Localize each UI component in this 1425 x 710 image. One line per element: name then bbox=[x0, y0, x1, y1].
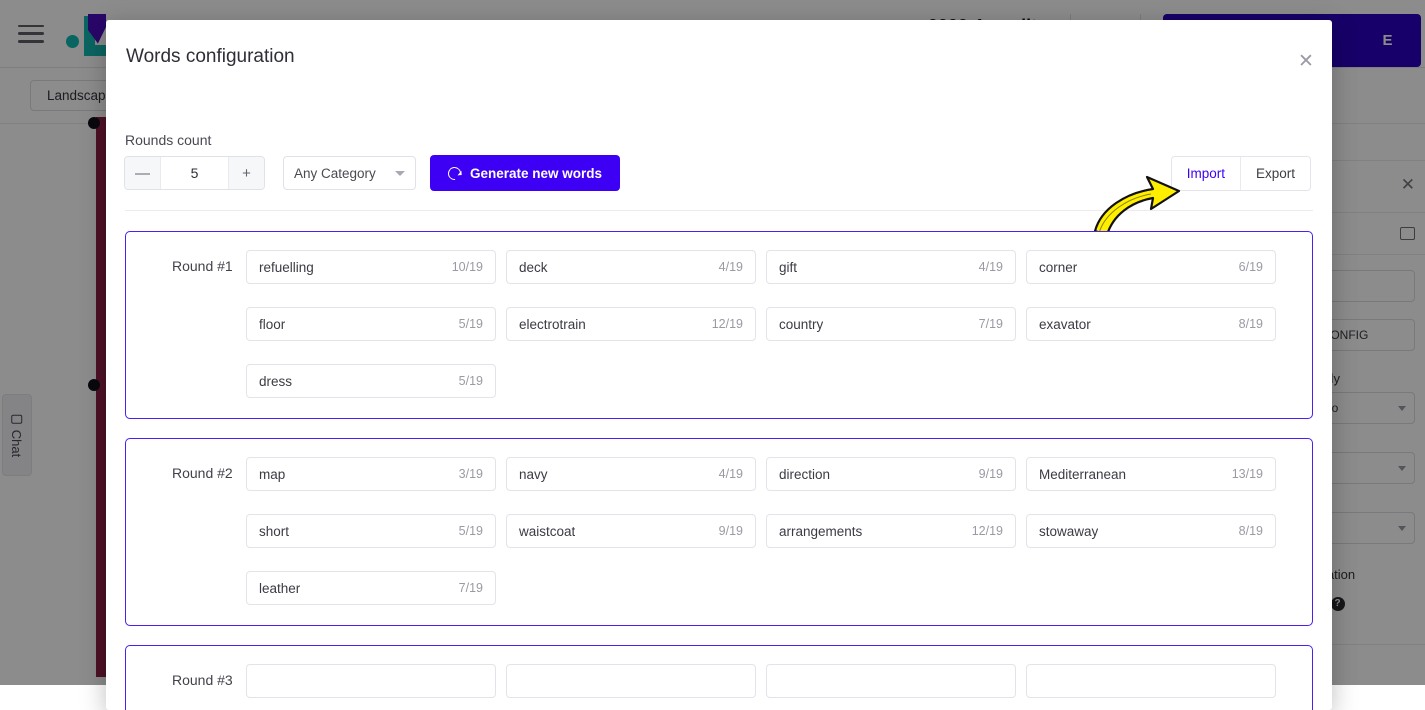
word-input[interactable]: electrotrain 12/19 bbox=[506, 307, 756, 341]
word-text: short bbox=[259, 523, 290, 539]
word-char-counter: 12/19 bbox=[971, 524, 1003, 538]
word-input[interactable]: corner 6/19 bbox=[1026, 250, 1276, 284]
word-input[interactable]: short 5/19 bbox=[246, 514, 496, 548]
chevron-down-icon bbox=[395, 170, 405, 176]
word-text: Mediterranean bbox=[1039, 466, 1127, 482]
word-text: leather bbox=[259, 580, 301, 596]
refresh-icon bbox=[445, 163, 464, 183]
round-card: Round #3 bbox=[125, 645, 1313, 710]
word-input[interactable]: Mediterranean 13/19 bbox=[1026, 457, 1276, 491]
word-input[interactable]: leather 7/19 bbox=[246, 571, 496, 605]
word-char-counter: 4/19 bbox=[718, 260, 743, 274]
word-text: gift bbox=[779, 259, 798, 275]
rounds-list[interactable]: Round #1 refuelling 10/19 deck 4/19 gift 4/19 c… bbox=[106, 212, 1332, 710]
word-text: country bbox=[779, 316, 824, 332]
round-label: Round #3 bbox=[172, 672, 233, 688]
word-input[interactable]: country 7/19 bbox=[766, 307, 1016, 341]
word-text: navy bbox=[519, 466, 548, 482]
word-text: direction bbox=[779, 466, 831, 482]
word-grid: map 3/19 navy 4/19 direction 9/19 Mediterranea… bbox=[126, 457, 1312, 605]
word-input[interactable] bbox=[766, 664, 1016, 698]
page-title: Words configuration bbox=[126, 46, 295, 67]
word-input[interactable]: gift 4/19 bbox=[766, 250, 1016, 284]
rounds-count-stepper: — + bbox=[124, 156, 265, 190]
words-configuration-modal: Words configuration ✕ Rounds count — + A… bbox=[106, 20, 1332, 710]
word-input[interactable]: dress 5/19 bbox=[246, 364, 496, 398]
word-text: waistcoat bbox=[519, 523, 576, 539]
word-input[interactable]: waistcoat 9/19 bbox=[506, 514, 756, 548]
word-text: map bbox=[259, 466, 286, 482]
export-button[interactable]: Export bbox=[1240, 157, 1310, 190]
word-char-counter: 9/19 bbox=[978, 467, 1003, 481]
rounds-count-input[interactable] bbox=[161, 157, 228, 189]
word-char-counter: 7/19 bbox=[978, 317, 1003, 331]
word-char-counter: 5/19 bbox=[458, 374, 483, 388]
divider bbox=[125, 210, 1313, 211]
word-char-counter: 13/19 bbox=[1231, 467, 1263, 481]
rounds-count-label: Rounds count bbox=[125, 132, 212, 148]
word-char-counter: 6/19 bbox=[1238, 260, 1263, 274]
word-char-counter: 3/19 bbox=[458, 467, 483, 481]
word-text: deck bbox=[519, 259, 548, 275]
word-char-counter: 5/19 bbox=[458, 524, 483, 538]
word-input[interactable]: floor 5/19 bbox=[246, 307, 496, 341]
word-grid bbox=[126, 664, 1312, 698]
word-char-counter: 10/19 bbox=[451, 260, 483, 274]
word-input[interactable] bbox=[1026, 664, 1276, 698]
word-text: stowaway bbox=[1039, 523, 1099, 539]
word-char-counter: 8/19 bbox=[1238, 317, 1263, 331]
word-input[interactable] bbox=[246, 664, 496, 698]
word-input[interactable] bbox=[506, 664, 756, 698]
word-char-counter: 9/19 bbox=[718, 524, 743, 538]
close-icon[interactable]: ✕ bbox=[1292, 48, 1318, 74]
category-select-value: Any Category bbox=[294, 165, 376, 181]
increment-rounds-button[interactable]: + bbox=[228, 157, 264, 189]
round-card: Round #2 map 3/19 navy 4/19 direction 9/19 Medi… bbox=[125, 438, 1313, 626]
word-char-counter: 8/19 bbox=[1238, 524, 1263, 538]
word-grid: refuelling 10/19 deck 4/19 gift 4/19 corner 6/1… bbox=[126, 250, 1312, 398]
round-card: Round #1 refuelling 10/19 deck 4/19 gift 4/19 c… bbox=[125, 231, 1313, 419]
word-char-counter: 7/19 bbox=[458, 581, 483, 595]
import-button[interactable]: Import bbox=[1171, 157, 1241, 190]
round-label: Round #1 bbox=[172, 258, 233, 274]
word-input[interactable]: deck 4/19 bbox=[506, 250, 756, 284]
word-char-counter: 4/19 bbox=[718, 467, 743, 481]
word-text: arrangements bbox=[779, 523, 863, 539]
import-export-button-group: Import Export bbox=[1170, 156, 1311, 191]
generate-new-words-label: Generate new words bbox=[470, 165, 603, 181]
word-input[interactable]: map 3/19 bbox=[246, 457, 496, 491]
round-label: Round #2 bbox=[172, 465, 233, 481]
word-char-counter: 5/19 bbox=[458, 317, 483, 331]
word-char-counter: 12/19 bbox=[711, 317, 743, 331]
decrement-rounds-button[interactable]: — bbox=[125, 157, 161, 189]
word-text: electrotrain bbox=[519, 316, 586, 332]
word-char-counter: 4/19 bbox=[978, 260, 1003, 274]
word-text: refuelling bbox=[259, 259, 314, 275]
word-input[interactable]: arrangements 12/19 bbox=[766, 514, 1016, 548]
word-text: floor bbox=[259, 316, 286, 332]
word-text: exavator bbox=[1039, 316, 1091, 332]
word-text: corner bbox=[1039, 259, 1078, 275]
word-text: dress bbox=[259, 373, 293, 389]
generate-new-words-button[interactable]: Generate new words bbox=[430, 155, 621, 191]
category-select[interactable]: Any Category bbox=[283, 156, 416, 190]
word-input[interactable]: exavator 8/19 bbox=[1026, 307, 1276, 341]
word-input[interactable]: stowaway 8/19 bbox=[1026, 514, 1276, 548]
word-input[interactable]: refuelling 10/19 bbox=[246, 250, 496, 284]
word-input[interactable]: direction 9/19 bbox=[766, 457, 1016, 491]
word-input[interactable]: navy 4/19 bbox=[506, 457, 756, 491]
